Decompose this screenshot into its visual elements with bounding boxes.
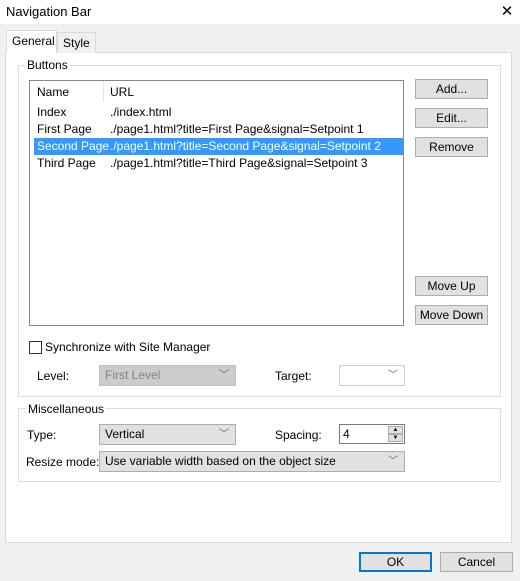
item-name: Index xyxy=(37,105,67,119)
type-value: Vertical xyxy=(105,427,145,441)
item-url: ./index.html xyxy=(110,105,172,119)
resize-mode-value: Use variable width based on the object s… xyxy=(105,454,336,468)
item-name: Second Page xyxy=(37,139,110,153)
misc-group-label: Miscellaneous xyxy=(26,402,107,416)
move-up-button[interactable]: Move Up xyxy=(415,276,488,296)
resize-mode-select[interactable]: Use variable width based on the object s… xyxy=(99,451,405,472)
add-button[interactable]: Add... xyxy=(415,79,488,99)
resize-mode-label: Resize mode: xyxy=(26,455,100,469)
level-label: Level: xyxy=(37,369,70,383)
close-icon[interactable]: ✕ xyxy=(498,2,516,20)
column-divider xyxy=(103,81,104,102)
move-down-button[interactable]: Move Down xyxy=(415,305,488,325)
list-item[interactable]: Third Page ./page1.html?title=Third Page&… xyxy=(34,155,403,172)
list-item-selected[interactable]: Second Page ./page1.html?title=Second Pag… xyxy=(34,138,403,155)
chevron-down-icon: ﹀ xyxy=(388,456,398,467)
item-url: ./page1.html?title=Second Page&signal=Se… xyxy=(110,139,381,153)
item-name: Third Page xyxy=(37,156,96,170)
chevron-down-icon: ﹀ xyxy=(388,370,398,381)
remove-button[interactable]: Remove xyxy=(415,137,488,157)
spin-down-icon[interactable]: ▼ xyxy=(388,434,403,442)
sync-checkbox[interactable] xyxy=(29,341,42,354)
buttons-group-label: Buttons xyxy=(25,58,70,72)
tab-style[interactable]: Style xyxy=(57,32,96,53)
item-url: ./page1.html?title=Third Page&signal=Set… xyxy=(110,156,368,170)
column-header-name[interactable]: Name xyxy=(37,85,69,99)
chevron-down-icon: ﹀ xyxy=(219,370,229,381)
target-label: Target: xyxy=(275,369,312,383)
level-select: First Level ﹀ xyxy=(99,365,236,386)
spacing-label: Spacing: xyxy=(275,428,322,442)
chevron-down-icon: ﹀ xyxy=(219,429,229,440)
tab-general[interactable]: General xyxy=(6,30,57,53)
list-item[interactable]: Index ./index.html xyxy=(34,104,403,121)
target-select[interactable]: ﹀ xyxy=(339,365,405,386)
item-name: First Page xyxy=(37,122,92,136)
spin-up-icon[interactable]: ▲ xyxy=(388,426,403,434)
ok-button[interactable]: OK xyxy=(359,552,432,572)
level-value: First Level xyxy=(105,368,161,382)
column-header-url[interactable]: URL xyxy=(110,85,134,99)
cancel-button[interactable]: Cancel xyxy=(440,552,513,572)
spacing-spinner[interactable]: 4 ▲ ▼ xyxy=(339,424,405,444)
edit-button[interactable]: Edit... xyxy=(415,108,488,128)
list-item[interactable]: First Page ./page1.html?title=First Page&… xyxy=(34,121,403,138)
type-label: Type: xyxy=(27,428,57,442)
spacing-input[interactable]: 4 xyxy=(343,427,350,441)
type-select[interactable]: Vertical ﹀ xyxy=(99,424,236,445)
item-url: ./page1.html?title=First Page&signal=Set… xyxy=(110,122,364,136)
sync-label: Synchronize with Site Manager xyxy=(45,340,211,354)
window-title: Navigation Bar xyxy=(6,4,92,19)
